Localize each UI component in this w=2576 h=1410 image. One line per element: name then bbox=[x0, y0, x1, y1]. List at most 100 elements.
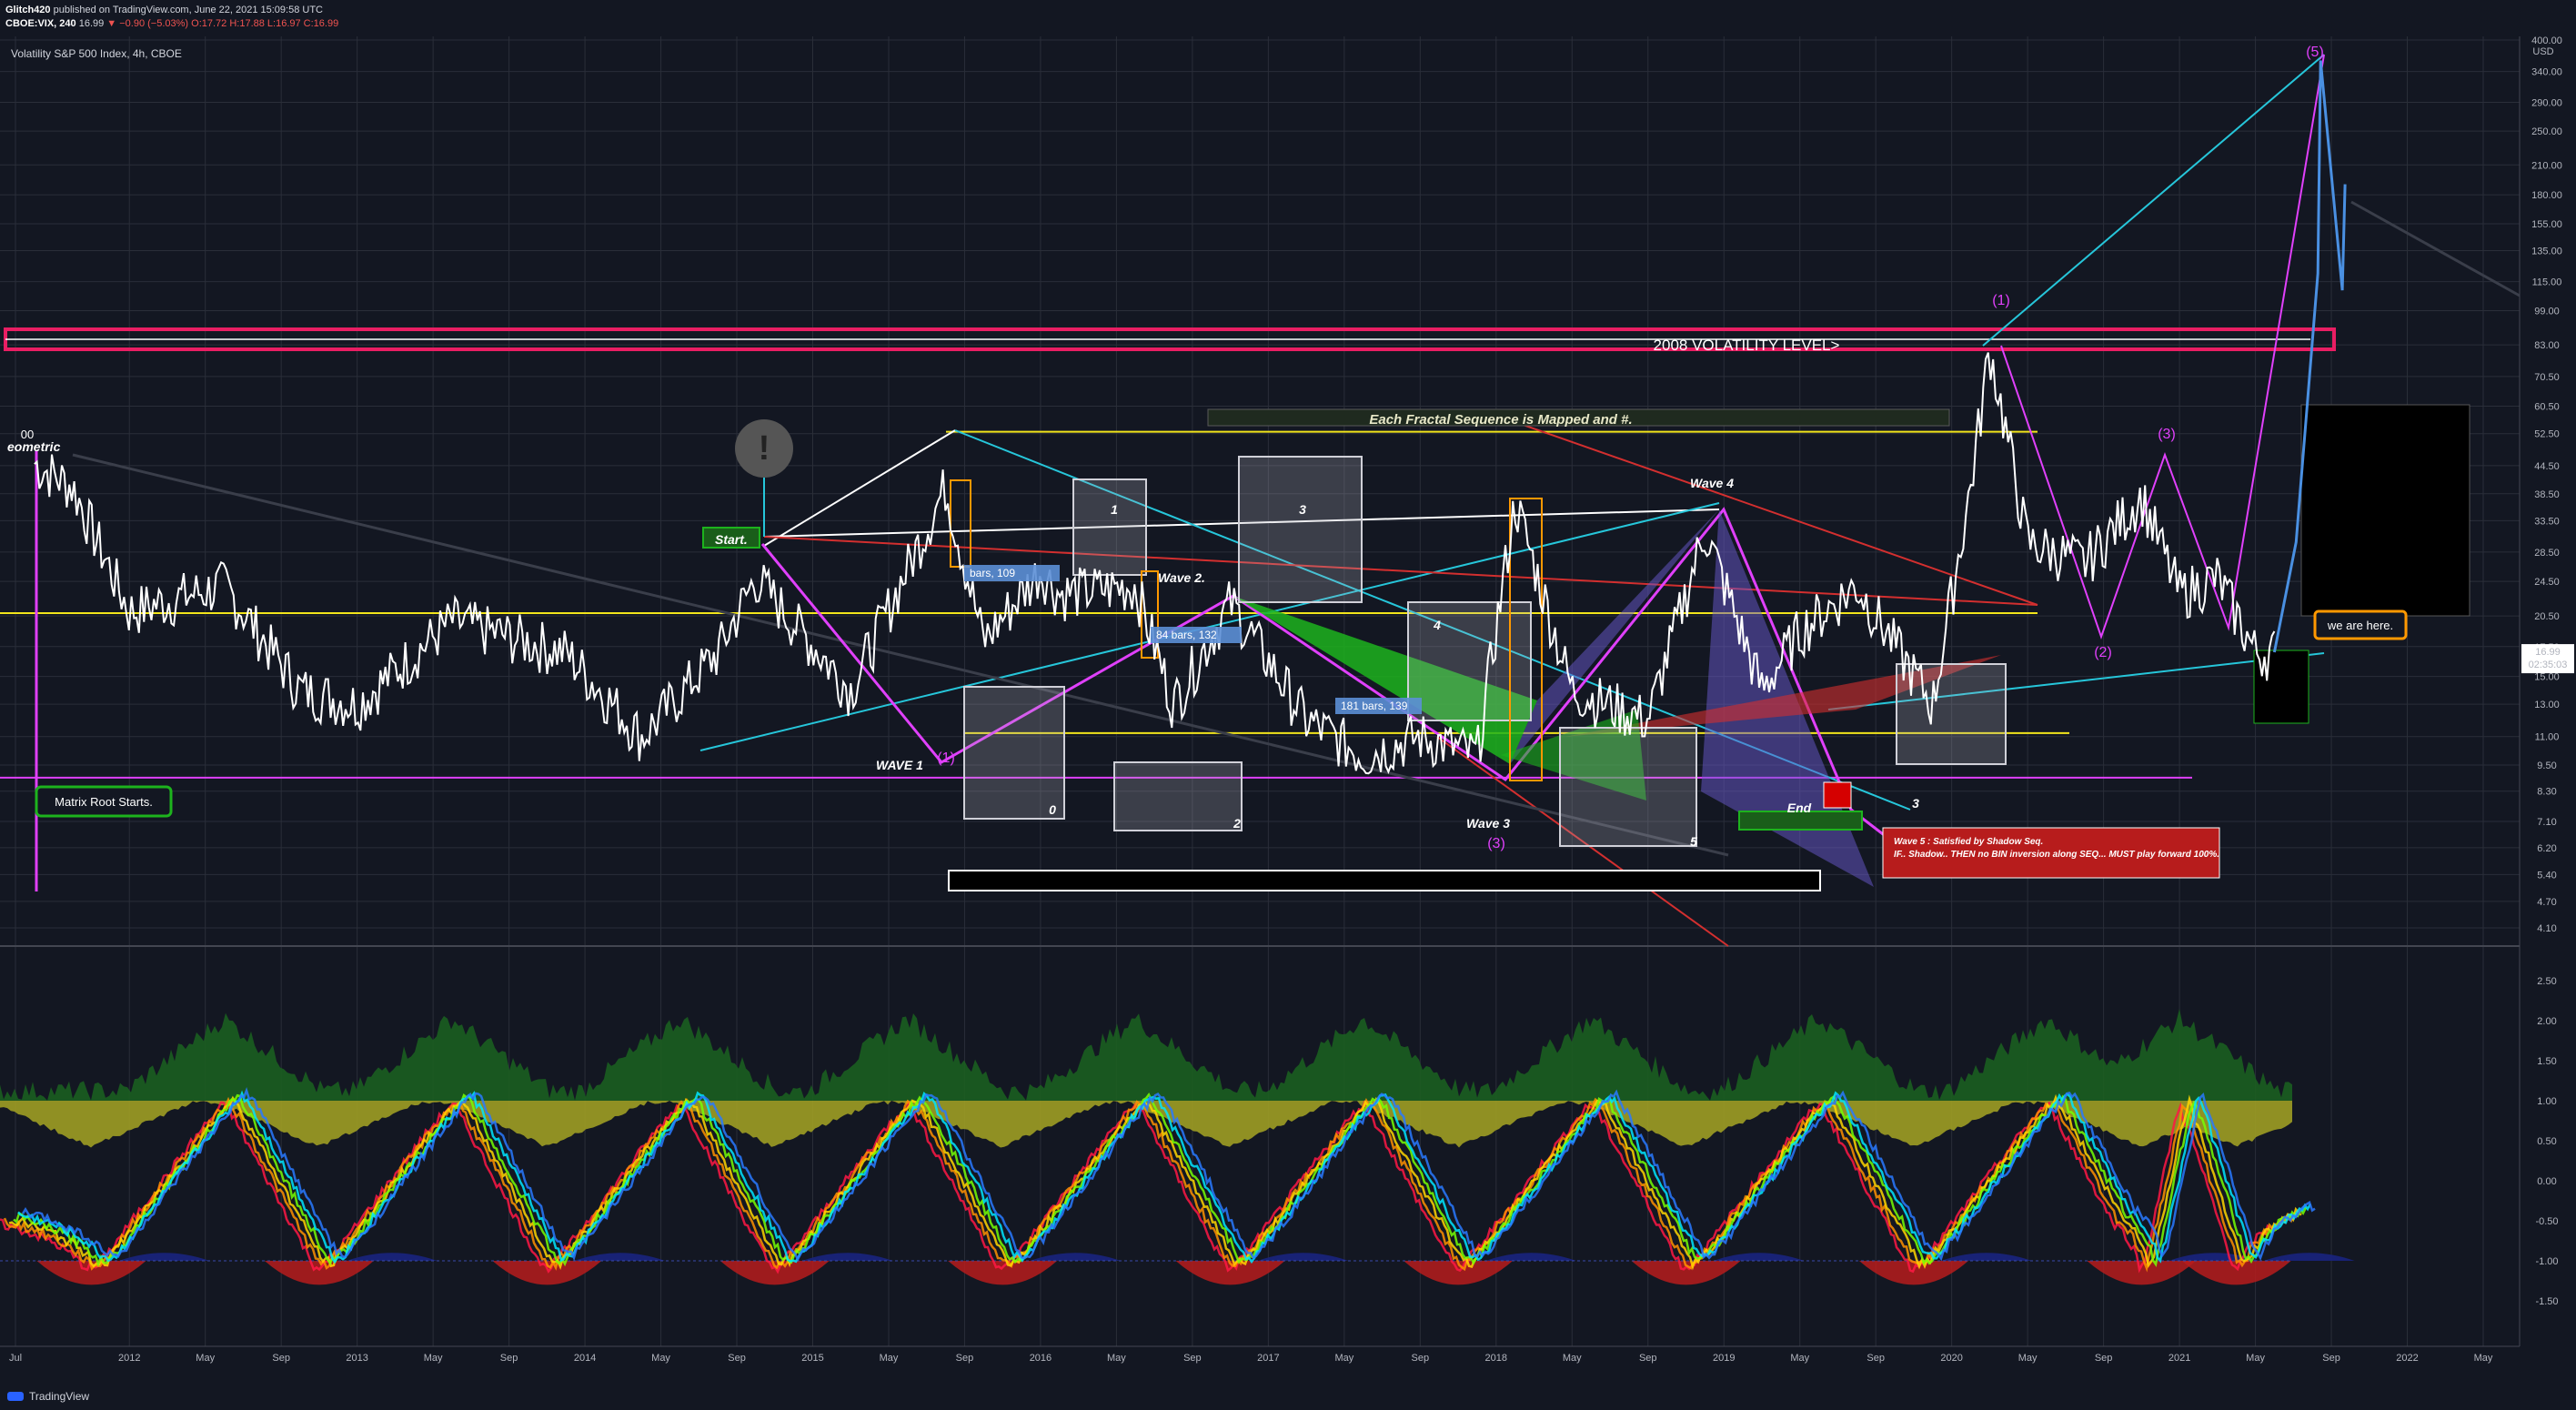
indicator-tick-label: -1.00 bbox=[2535, 1256, 2558, 1267]
time-tick-label: Sep bbox=[1412, 1353, 1430, 1364]
last-price: 16.99 bbox=[78, 18, 105, 29]
footer[interactable]: TradingView bbox=[7, 1390, 89, 1403]
time-tick-label: 2016 bbox=[1030, 1353, 1052, 1364]
price-tick-label: 8.30 bbox=[2537, 787, 2556, 798]
fractal-number-label: 3 bbox=[1912, 796, 1919, 811]
price-tick-label: 20.50 bbox=[2534, 611, 2560, 622]
wave5-note-line2: IF.. Shadow.. THEN no BIN inversion alon… bbox=[1894, 850, 2219, 860]
current-price-label: 16.99 bbox=[2535, 647, 2561, 658]
currency-label: USD bbox=[2532, 46, 2553, 57]
time-tick-label: May bbox=[1790, 1353, 1809, 1364]
time-tick-label: Sep bbox=[500, 1353, 518, 1364]
price-tick-label: 5.40 bbox=[2537, 870, 2556, 881]
instrument-title: Volatility S&P 500 Index, 4h, CBOE bbox=[11, 47, 182, 60]
fractal-number-label: 2 bbox=[1233, 816, 1241, 831]
chart-canvas[interactable]: USD400.00340.00290.00250.00210.00180.001… bbox=[0, 0, 2576, 1410]
price-tick-label: 99.00 bbox=[2534, 307, 2560, 317]
chart-header: Glitch420 published on TradingView.com, … bbox=[5, 4, 338, 31]
price-tick-label: 115.00 bbox=[2532, 277, 2562, 288]
wave-label: WAVE 1 bbox=[876, 758, 923, 772]
wave-count-label: (3) bbox=[1487, 836, 1505, 851]
price-tick-label: 210.00 bbox=[2531, 160, 2562, 171]
price-tick-label: 9.50 bbox=[2537, 760, 2556, 771]
time-tick-label: 2019 bbox=[1713, 1353, 1735, 1364]
time-tick-label: 2017 bbox=[1257, 1353, 1279, 1364]
price-tick-label: 400.00 bbox=[2531, 35, 2562, 46]
time-tick-label: Sep bbox=[1183, 1353, 1202, 1364]
time-tick-label: Sep bbox=[956, 1353, 974, 1364]
price-tick-label: 4.10 bbox=[2537, 923, 2556, 934]
price-tick-label: 33.50 bbox=[2534, 516, 2560, 527]
publish-info: published on TradingView.com, June 22, 2… bbox=[53, 5, 323, 15]
time-tick-label: 2018 bbox=[1485, 1353, 1507, 1364]
time-tick-label: Sep bbox=[728, 1353, 746, 1364]
price-tick-label: 155.00 bbox=[2531, 219, 2562, 230]
price-tick-label: 44.50 bbox=[2534, 461, 2560, 472]
end-marker bbox=[1823, 781, 1852, 809]
price-tick-label: 52.50 bbox=[2534, 429, 2560, 440]
bars-range-label: bars, 109 bbox=[970, 567, 1015, 579]
matrix-root-label: Matrix Root Starts. bbox=[55, 795, 153, 809]
time-tick-label: May bbox=[1334, 1353, 1353, 1364]
volatility-2008-label: 2008 VOLATILITY LEVEL> bbox=[1654, 337, 1840, 354]
time-tick-label: Sep bbox=[2095, 1353, 2113, 1364]
price-tick-label: 15.00 bbox=[2534, 672, 2560, 683]
ohlc-values: O:17.72 H:17.88 L:16.97 C:16.99 bbox=[191, 18, 339, 29]
time-tick-label: 2022 bbox=[2396, 1353, 2418, 1364]
time-tick-label: May bbox=[651, 1353, 670, 1364]
price-change: ▼ −0.90 (−5.03%) bbox=[106, 18, 189, 29]
price-tick-label: 4.70 bbox=[2537, 897, 2556, 908]
wave-label: Wave 3 bbox=[1466, 816, 1510, 831]
time-tick-label: Sep bbox=[1639, 1353, 1657, 1364]
time-tick-label: 2021 bbox=[2168, 1353, 2190, 1364]
time-tick-label: 2015 bbox=[801, 1353, 823, 1364]
price-tick-label: 60.50 bbox=[2534, 401, 2560, 412]
time-tick-label: Sep bbox=[1867, 1353, 1885, 1364]
indicator-tick-label: 1.50 bbox=[2537, 1056, 2556, 1067]
wave5-note-line1: Wave 5 : Satisfied by Shadow Seq. bbox=[1894, 837, 2043, 847]
price-tick-label: 290.00 bbox=[2531, 98, 2562, 109]
author-name[interactable]: Glitch420 bbox=[5, 5, 51, 15]
time-tick-label: May bbox=[2018, 1353, 2038, 1364]
wave-label: Wave 4 bbox=[1690, 476, 1734, 490]
wave-label: Wave 2. bbox=[1158, 570, 1205, 585]
price-tick-label: 11.00 bbox=[2535, 732, 2560, 743]
price-tick-label: 6.20 bbox=[2537, 843, 2556, 854]
time-tick-label: May bbox=[1563, 1353, 1582, 1364]
bars-range-label: 181 bars, 139 bbox=[1341, 700, 1408, 712]
time-tick-label: May bbox=[196, 1353, 215, 1364]
wave-count-label: (3) bbox=[2158, 427, 2176, 442]
price-tick-label: 24.50 bbox=[2534, 577, 2560, 588]
exclamation-glyph: ! bbox=[759, 429, 770, 468]
price-tick-label: 7.10 bbox=[2537, 817, 2556, 828]
geometric-label: eometric bbox=[7, 439, 61, 454]
time-tick-label: Jul bbox=[9, 1353, 22, 1364]
time-tick-label: May bbox=[424, 1353, 443, 1364]
bars-range-label: 84 bars, 132 bbox=[1156, 629, 1217, 641]
tradingview-logo-icon bbox=[7, 1392, 24, 1401]
symbol-info: CBOE:VIX, 240 bbox=[5, 18, 76, 29]
price-tick-label: 38.50 bbox=[2534, 489, 2560, 500]
time-tick-label: May bbox=[1107, 1353, 1126, 1364]
fractal-box bbox=[1559, 727, 1697, 847]
wave-count-label: (1) bbox=[1992, 293, 2010, 308]
fractal-number-label: 5 bbox=[1690, 834, 1697, 849]
fractal-number-label: 4 bbox=[1433, 618, 1441, 632]
price-tick-label: 180.00 bbox=[2531, 190, 2562, 201]
indicator-tick-label: 2.50 bbox=[2537, 976, 2556, 987]
indicator-tick-label: 1.00 bbox=[2537, 1096, 2556, 1107]
fractal-sequence-label: Each Fractal Sequence is Mapped and #. bbox=[1369, 412, 1632, 428]
fractal-number-label: 1 bbox=[1111, 502, 1118, 517]
fractal-box bbox=[1113, 761, 1243, 831]
black-box-small bbox=[2253, 650, 2309, 724]
price-tick-label: 135.00 bbox=[2531, 246, 2562, 257]
indicator-tick-label: -0.50 bbox=[2535, 1216, 2558, 1227]
wave-count-label: (1) bbox=[937, 750, 955, 766]
black-box-right bbox=[2300, 404, 2470, 617]
time-tick-label: 2012 bbox=[118, 1353, 140, 1364]
price-countdown-label: 02:35:03 bbox=[2529, 660, 2568, 670]
price-tick-label: 28.50 bbox=[2534, 548, 2560, 559]
price-tick-label: 70.50 bbox=[2534, 372, 2560, 383]
price-tick-label: 83.00 bbox=[2534, 340, 2560, 351]
fractal-number-label: 3 bbox=[1299, 502, 1306, 517]
